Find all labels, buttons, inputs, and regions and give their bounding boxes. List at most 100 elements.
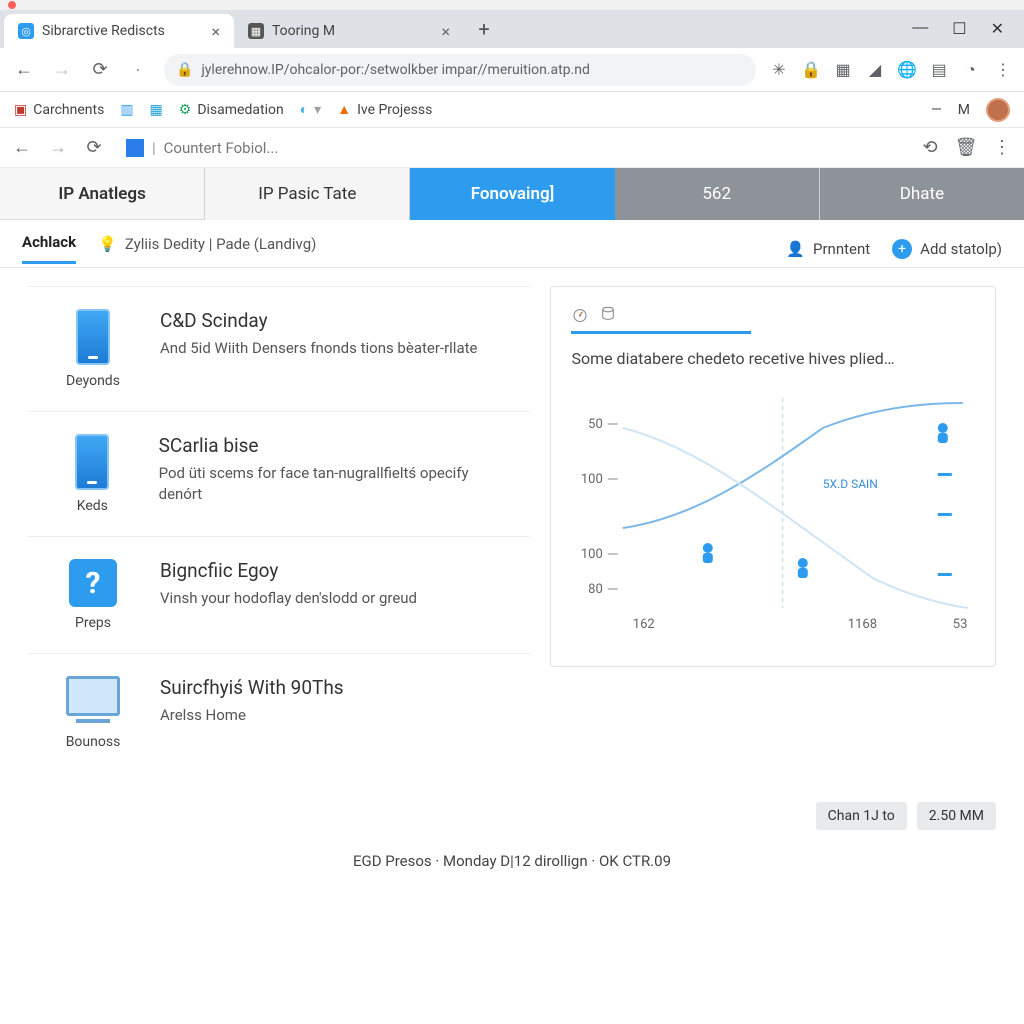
bookmark-item[interactable]: ⚙ Disamedation xyxy=(179,102,284,118)
forward-button[interactable]: → xyxy=(50,58,74,82)
panel-header xyxy=(571,305,751,334)
bookmark-icon: ▦ xyxy=(150,102,163,118)
browser-tab-strip: ◎ Sibrarctive Rediscts × ▦ Tooring M × +… xyxy=(0,10,1024,48)
timer-icon[interactable]: ◔ xyxy=(962,61,980,79)
inner-toolbar: ← → ⟳ | Countert Fobiol... ⟲ 🗑 ⋮ xyxy=(0,128,1024,168)
main-content: Deyonds C&D Scinday And 5id Wiith Denser… xyxy=(0,268,1024,790)
x-tick-label: 162 xyxy=(633,617,655,632)
tab-favicon: ◎ xyxy=(18,23,34,39)
list-item[interactable]: ? Preps Bigncfiic Egoy Vinsh your hodofl… xyxy=(28,537,530,654)
menu-icon[interactable]: ⋮ xyxy=(994,61,1012,79)
bookmark-icon: ▥ xyxy=(120,102,133,118)
card-icon-label: Keds xyxy=(77,498,108,514)
profile-avatar[interactable] xyxy=(986,98,1010,122)
card-desc: Vinsh your hodoflay den'slodd or greud xyxy=(160,588,417,609)
warning-icon: ▲ xyxy=(337,101,351,118)
phone-icon xyxy=(75,434,109,490)
tab-title: Sibrarctive Rediscts xyxy=(42,23,165,39)
delete-icon[interactable]: 🗑 xyxy=(954,136,978,160)
inner-reload-button[interactable]: ⟳ xyxy=(82,136,106,160)
bookmarks-bar: ▣ Carchnents ▥ ▦ ⚙ Disamedation ◐▾ ▲ Ive… xyxy=(0,92,1024,128)
url-input[interactable]: 🔒 jylerehnow.IP/ohcalor-por:/setwolkber … xyxy=(164,54,756,86)
gauge-icon xyxy=(571,305,589,323)
tab-ip-anatlegs[interactable]: IP Anatlegs xyxy=(0,168,205,220)
pager-right[interactable]: 2.50 MM xyxy=(917,802,996,830)
tab-dhate[interactable]: Dhate xyxy=(820,168,1024,220)
bookmark-item[interactable]: ▲ Ive Projesss xyxy=(337,101,432,118)
send-icon[interactable]: ◢ xyxy=(866,61,884,79)
bookmark-icon: ▣ xyxy=(14,102,27,118)
card-title: C&D Scinday xyxy=(160,309,477,332)
sub-tab-landing[interactable]: 💡 Zyliis Dedity | Pade (Landivg) xyxy=(98,235,316,263)
sub-tabs: Achlack 💡 Zyliis Dedity | Pade (Landivg)… xyxy=(0,220,1024,268)
close-tab-icon[interactable]: × xyxy=(441,22,450,41)
pager-bar: Chan 1J to 2.50 MM xyxy=(0,790,1024,842)
y-tick-label: 50 xyxy=(589,417,604,432)
bookmark-item[interactable]: ◐▾ xyxy=(300,101,322,118)
inner-back-button[interactable]: ← xyxy=(10,136,34,160)
card-title: SCarlia bise xyxy=(159,434,511,457)
card-desc: Arelss Home xyxy=(160,705,344,726)
card-icon-label: Preps xyxy=(75,615,111,631)
chart-annotation: 5X.D SAIN xyxy=(823,477,878,491)
y-tick-label: 80 xyxy=(589,582,604,597)
minimize-icon[interactable]: — xyxy=(912,19,928,39)
sync-icon[interactable]: ⟲ xyxy=(918,136,942,160)
back-button[interactable]: ← xyxy=(12,58,36,82)
x-tick-label: 53 xyxy=(953,617,968,632)
browser-tab-2[interactable]: ▦ Tooring M × xyxy=(234,14,464,48)
browser-tab-1[interactable]: ◎ Sibrarctive Rediscts × xyxy=(4,14,234,48)
card-desc: Pod üti scems for face tan-nugrallfieltś… xyxy=(159,463,511,505)
bookmark-label: Disamedation xyxy=(197,102,283,118)
close-window-icon[interactable]: ✕ xyxy=(991,19,1004,39)
window-buttons: — ☐ ✕ xyxy=(912,19,1024,39)
pager-left[interactable]: Chan 1J to xyxy=(816,802,907,830)
globe-icon[interactable]: 🌐 xyxy=(898,61,916,79)
bookmark-label: Ive Projesss xyxy=(357,102,432,118)
page-icon[interactable]: ▤ xyxy=(930,61,948,79)
extension-icon[interactable]: ✳ xyxy=(770,61,788,79)
tab-favicon: ▦ xyxy=(248,23,264,39)
status-bar: EGD Presos · Monday D|12 dirollign · OK … xyxy=(0,842,1024,880)
card-desc: And 5id Wiith Densers fnonds tions bèate… xyxy=(160,338,477,359)
add-icon: + xyxy=(892,239,912,259)
bookmark-label: Carchnents xyxy=(33,102,104,118)
y-tick-label: 100 xyxy=(581,472,603,487)
person-icon: 👤 xyxy=(786,240,805,258)
window-traffic-lights xyxy=(0,0,1024,10)
tab-title: Tooring M xyxy=(272,23,335,39)
inner-forward-button[interactable]: → xyxy=(46,136,70,160)
inner-search-text: Countert Fobiol... xyxy=(164,139,279,157)
list-item[interactable]: Bounoss Suircfhyiś With 90Ths Arelss Hom… xyxy=(28,654,530,772)
profile-letter[interactable]: M xyxy=(958,102,970,118)
bookmark-item[interactable]: ▦ xyxy=(150,102,163,118)
home-button[interactable]: · xyxy=(126,58,150,82)
inner-menu-icon[interactable]: ⋮ xyxy=(990,136,1014,160)
list-item[interactable]: Deyonds C&D Scinday And 5id Wiith Denser… xyxy=(28,286,530,412)
address-bar: ← → ⟳ · 🔒 jylerehnow.IP/ohcalor-por:/set… xyxy=(0,48,1024,92)
inner-search-input[interactable]: | Countert Fobiol... xyxy=(118,133,906,163)
maximize-icon[interactable]: ☐ xyxy=(952,19,966,39)
question-icon: ? xyxy=(69,559,117,607)
new-tab-button[interactable]: + xyxy=(470,15,498,43)
sub-tab-achlack[interactable]: Achlack xyxy=(22,233,76,264)
action-add-statolp[interactable]: + Add statolp) xyxy=(892,239,1002,259)
main-tabs: IP Anatlegs IP Pasic Tate Fonovaing] 562… xyxy=(0,168,1024,220)
card-icon-label: Bounoss xyxy=(66,734,121,750)
panel-desc: Some diatabere chedeto recetive hives pl… xyxy=(571,348,975,370)
tab-562[interactable]: 562 xyxy=(615,168,820,220)
tab-fonovaing[interactable]: Fonovaing] xyxy=(410,168,614,220)
phone-icon xyxy=(76,309,110,365)
window-minimize-icon[interactable]: — xyxy=(931,102,942,118)
action-prnntent[interactable]: 👤 Prnntent xyxy=(786,240,870,258)
grid-extension-icon[interactable]: ▦ xyxy=(834,61,852,79)
close-tab-icon[interactable]: × xyxy=(211,22,220,41)
close-window-dot[interactable] xyxy=(8,1,16,9)
list-item[interactable]: Keds SCarlia bise Pod üti scems for face… xyxy=(28,412,530,537)
reload-button[interactable]: ⟳ xyxy=(88,58,112,82)
tab-ip-pasic-tate[interactable]: IP Pasic Tate xyxy=(205,168,410,220)
card-title: Suircfhyiś With 90Ths xyxy=(160,676,344,699)
lock-extension-icon[interactable]: 🔒 xyxy=(802,61,820,79)
bookmark-item[interactable]: ▣ Carchnents xyxy=(14,102,104,118)
bookmark-item[interactable]: ▥ xyxy=(120,102,133,118)
